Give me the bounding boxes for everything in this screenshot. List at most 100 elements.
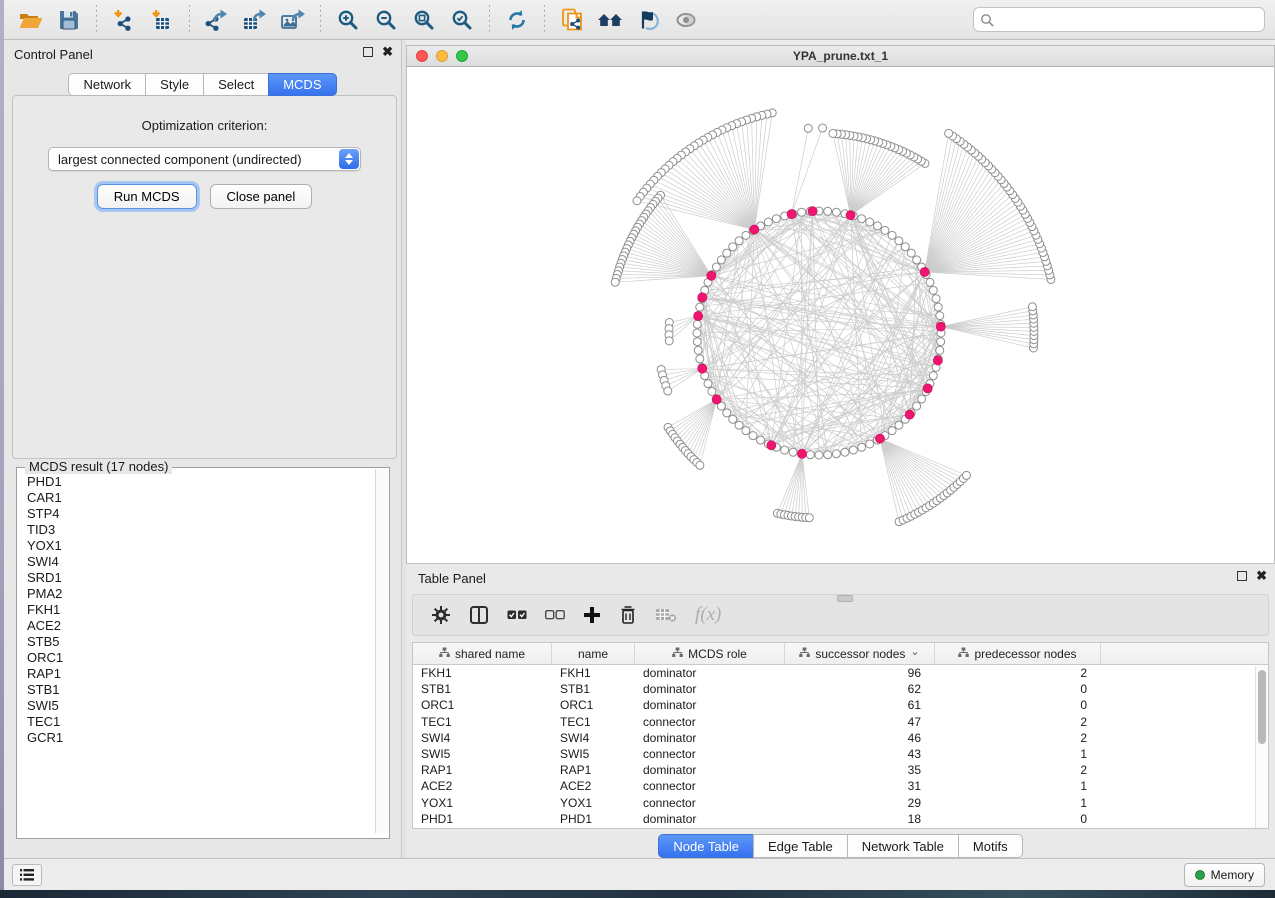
cybrowser-button[interactable] bbox=[591, 3, 629, 37]
cell-predecessor-nodes[interactable]: 0 bbox=[935, 812, 1101, 826]
plus-button[interactable] bbox=[583, 606, 601, 624]
table-scrollbar[interactable] bbox=[1255, 666, 1267, 829]
uncheck-pair-button[interactable] bbox=[545, 609, 565, 621]
table-row[interactable]: TEC1TEC1connector472 bbox=[413, 714, 1268, 730]
table-row[interactable]: SWI4SWI4dominator462 bbox=[413, 730, 1268, 746]
cell-MCDS-role[interactable]: connector bbox=[635, 715, 785, 729]
mcds-result-item[interactable]: FKH1 bbox=[27, 602, 376, 618]
cell-successor-nodes[interactable]: 31 bbox=[785, 779, 935, 793]
mcds-result-item[interactable]: SWI4 bbox=[27, 554, 376, 570]
table-row[interactable]: SWI5SWI5connector431 bbox=[413, 746, 1268, 762]
cell-predecessor-nodes[interactable]: 1 bbox=[935, 747, 1101, 761]
cell-shared-name[interactable]: SWI5 bbox=[413, 747, 552, 761]
mcds-result-list[interactable]: PHD1CAR1STP4TID3YOX1SWI4SRD1PMA2FKH1ACE2… bbox=[18, 474, 376, 832]
column-header-predecessor-nodes[interactable]: predecessor nodes bbox=[935, 643, 1101, 664]
column-header-successor-nodes[interactable]: successor nodes⌄ bbox=[785, 643, 935, 664]
mcds-result-item[interactable]: STP4 bbox=[27, 506, 376, 522]
cell-predecessor-nodes[interactable]: 2 bbox=[935, 731, 1101, 745]
mcds-result-item[interactable]: SRD1 bbox=[27, 570, 376, 586]
cell-name[interactable]: ACE2 bbox=[552, 779, 635, 793]
columns-button[interactable] bbox=[469, 605, 489, 625]
mcds-result-item[interactable]: YOX1 bbox=[27, 538, 376, 554]
mcds-result-item[interactable]: PHD1 bbox=[27, 474, 376, 490]
cell-predecessor-nodes[interactable]: 1 bbox=[935, 779, 1101, 793]
cell-successor-nodes[interactable]: 18 bbox=[785, 812, 935, 826]
node-table[interactable]: shared namenameMCDS rolesuccessor nodes⌄… bbox=[412, 642, 1269, 829]
tab-select[interactable]: Select bbox=[203, 73, 268, 96]
check-pair-button[interactable] bbox=[507, 609, 527, 621]
close-window-icon[interactable] bbox=[416, 50, 428, 62]
cell-predecessor-nodes[interactable]: 1 bbox=[935, 796, 1101, 810]
run-mcds-button[interactable]: Run MCDS bbox=[97, 184, 197, 209]
mcds-result-item[interactable]: TID3 bbox=[27, 522, 376, 538]
cell-MCDS-role[interactable]: dominator bbox=[635, 698, 785, 712]
cell-successor-nodes[interactable]: 47 bbox=[785, 715, 935, 729]
tab-edge-table[interactable]: Edge Table bbox=[753, 834, 847, 858]
import-network-button[interactable] bbox=[105, 3, 143, 37]
zoom-out-button[interactable] bbox=[367, 3, 405, 37]
mcds-result-item[interactable]: PMA2 bbox=[27, 586, 376, 602]
cell-name[interactable]: PHD1 bbox=[552, 812, 635, 826]
maximize-window-icon[interactable] bbox=[456, 50, 468, 62]
zoom-in-button[interactable] bbox=[329, 3, 367, 37]
cell-MCDS-role[interactable]: dominator bbox=[635, 731, 785, 745]
tab-motifs[interactable]: Motifs bbox=[958, 834, 1023, 858]
table-row[interactable]: STB1STB1dominator620 bbox=[413, 681, 1268, 697]
criterion-dropdown[interactable]: largest connected component (undirected) bbox=[48, 147, 361, 171]
search-input[interactable] bbox=[998, 13, 1258, 27]
cell-successor-nodes[interactable]: 46 bbox=[785, 731, 935, 745]
save-session-button[interactable] bbox=[50, 3, 88, 37]
function-builder-button[interactable]: f(x) bbox=[695, 604, 721, 626]
cell-successor-nodes[interactable]: 43 bbox=[785, 747, 935, 761]
hide-flagged-button[interactable] bbox=[629, 3, 667, 37]
cell-predecessor-nodes[interactable]: 0 bbox=[935, 698, 1101, 712]
cell-name[interactable]: SWI5 bbox=[552, 747, 635, 761]
cell-name[interactable]: FKH1 bbox=[552, 666, 635, 680]
table-row[interactable]: ORC1ORC1dominator610 bbox=[413, 697, 1268, 713]
mcds-result-item[interactable]: CAR1 bbox=[27, 490, 376, 506]
cell-shared-name[interactable]: ORC1 bbox=[413, 698, 552, 712]
cell-name[interactable]: TEC1 bbox=[552, 715, 635, 729]
cell-predecessor-nodes[interactable]: 2 bbox=[935, 666, 1101, 680]
tab-network-table[interactable]: Network Table bbox=[847, 834, 958, 858]
cell-MCDS-role[interactable]: dominator bbox=[635, 763, 785, 777]
table-scrollbar-thumb[interactable] bbox=[1258, 670, 1266, 744]
cell-shared-name[interactable]: TEC1 bbox=[413, 715, 552, 729]
mcds-list-scrollbar[interactable] bbox=[375, 469, 388, 833]
cell-MCDS-role[interactable]: connector bbox=[635, 796, 785, 810]
cell-name[interactable]: RAP1 bbox=[552, 763, 635, 777]
cell-successor-nodes[interactable]: 62 bbox=[785, 682, 935, 696]
mcds-result-item[interactable]: STB1 bbox=[27, 682, 376, 698]
cell-MCDS-role[interactable]: dominator bbox=[635, 682, 785, 696]
export-table-button[interactable] bbox=[236, 3, 274, 37]
cell-successor-nodes[interactable]: 35 bbox=[785, 763, 935, 777]
export-network-button[interactable] bbox=[198, 3, 236, 37]
show-hide-button[interactable] bbox=[667, 3, 705, 37]
cell-shared-name[interactable]: STB1 bbox=[413, 682, 552, 696]
column-header-name[interactable]: name bbox=[552, 643, 635, 664]
cell-MCDS-role[interactable]: dominator bbox=[635, 812, 785, 826]
cell-successor-nodes[interactable]: 29 bbox=[785, 796, 935, 810]
tab-mcds[interactable]: MCDS bbox=[268, 73, 336, 96]
mcds-result-item[interactable]: GCR1 bbox=[27, 730, 376, 746]
network-window-titlebar[interactable]: YPA_prune.txt_1 bbox=[407, 46, 1274, 67]
cell-name[interactable]: ORC1 bbox=[552, 698, 635, 712]
export-image-button[interactable] bbox=[274, 3, 312, 37]
cell-name[interactable]: STB1 bbox=[552, 682, 635, 696]
close-panel-button[interactable]: Close panel bbox=[210, 184, 313, 209]
tab-style[interactable]: Style bbox=[145, 73, 203, 96]
close-panel-icon[interactable]: ✖ bbox=[382, 47, 393, 57]
cell-predecessor-nodes[interactable]: 2 bbox=[935, 715, 1101, 729]
memory-button[interactable]: Memory bbox=[1184, 863, 1265, 887]
cell-predecessor-nodes[interactable]: 0 bbox=[935, 682, 1101, 696]
cell-successor-nodes[interactable]: 96 bbox=[785, 666, 935, 680]
cell-shared-name[interactable]: PHD1 bbox=[413, 812, 552, 826]
table-row[interactable]: RAP1RAP1dominator352 bbox=[413, 762, 1268, 778]
cell-MCDS-role[interactable]: connector bbox=[635, 779, 785, 793]
table-row[interactable]: FKH1FKH1dominator962 bbox=[413, 665, 1268, 681]
table-row[interactable]: YOX1YOX1connector291 bbox=[413, 795, 1268, 811]
task-history-button[interactable] bbox=[12, 864, 42, 886]
table-row[interactable]: ACE2ACE2connector311 bbox=[413, 778, 1268, 794]
mcds-result-item[interactable]: ACE2 bbox=[27, 618, 376, 634]
mcds-result-item[interactable]: STB5 bbox=[27, 634, 376, 650]
